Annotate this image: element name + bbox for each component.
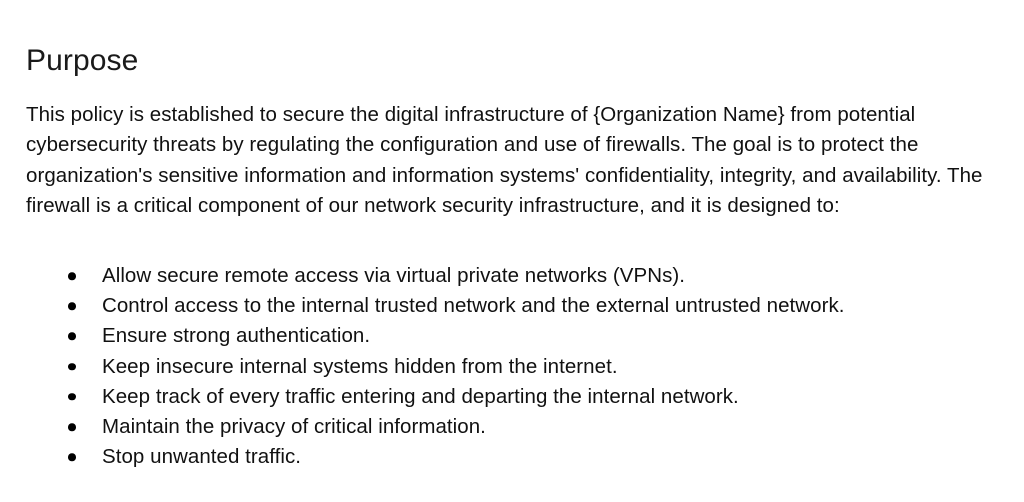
bullet-disc-icon	[68, 393, 76, 401]
list-item-label: Ensure strong authentication.	[102, 324, 371, 348]
page-title: Purpose	[26, 44, 139, 78]
list-item: Keep track of every traffic entering and…	[0, 382, 1024, 412]
list-item-label: Stop unwanted traffic.	[102, 445, 302, 469]
bullet-disc-icon	[68, 453, 76, 461]
list-item: Maintain the privacy of critical informa…	[0, 412, 1024, 442]
list-item-label: Keep insecure internal systems hidden fr…	[102, 354, 618, 378]
list-item: Stop unwanted traffic.	[0, 442, 1024, 472]
list-item-label: Allow secure remote access via virtual p…	[102, 264, 686, 287]
bullet-disc-icon	[68, 302, 76, 311]
list-item-label: Keep track of every traffic entering and…	[102, 384, 739, 408]
purpose-paragraph: This policy is established to secure the…	[26, 102, 983, 218]
bullet-disc-icon	[68, 332, 76, 341]
list-item-label: Control access to the internal trusted n…	[102, 294, 845, 318]
purpose-bullet-list: Allow secure remote access via virtual p…	[0, 261, 1024, 472]
document-page: Purpose This policy is established to se…	[0, 0, 1024, 502]
bullet-disc-icon	[68, 362, 76, 371]
list-item: Keep insecure internal systems hidden fr…	[0, 352, 1024, 382]
list-item: Control access to the internal trusted n…	[0, 291, 1024, 321]
bullet-disc-icon	[68, 272, 76, 280]
list-item: Ensure strong authentication.	[0, 321, 1024, 351]
list-item: Allow secure remote access via virtual p…	[0, 261, 1024, 291]
bullet-disc-icon	[68, 423, 76, 431]
list-item-label: Maintain the privacy of critical informa…	[102, 414, 486, 438]
